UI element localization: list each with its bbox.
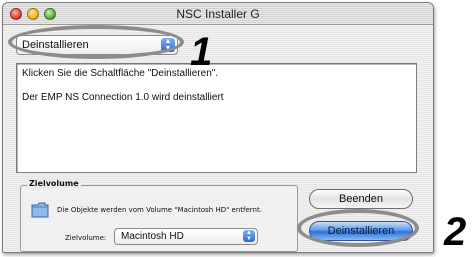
volume-popup[interactable]: Macintosh HD ▲ ▼ <box>114 228 258 245</box>
highlight-ring-popup <box>8 25 184 59</box>
volume-popup-value: Macintosh HD <box>121 231 184 242</box>
volume-message: Die Objekte werden vom Volume "Macintosh… <box>57 206 262 214</box>
volume-field-label: Zielvolume: <box>65 234 107 242</box>
target-volume-group: Zielvolume Die Objekte werden vom Volume… <box>20 179 298 252</box>
quit-button[interactable]: Beenden <box>309 189 413 209</box>
title-bar: NSC Installer G <box>3 3 433 25</box>
step-number-1: 1 <box>190 30 213 74</box>
info-line-2: Der EMP NS Connection 1.0 wird deinstall… <box>22 92 224 103</box>
step-number-2: 2 <box>444 210 467 254</box>
info-text-area[interactable]: Klicken Sie die Schaltfläche "Deinstalli… <box>16 63 417 173</box>
window-title: NSC Installer G <box>176 7 260 21</box>
popup-arrows-icon: ▲ ▼ <box>243 230 255 242</box>
info-line-1: Klicken Sie die Schaltfläche "Deinstalli… <box>22 68 219 79</box>
highlight-ring-uninstall <box>297 209 419 247</box>
folder-icon <box>31 202 49 218</box>
target-volume-group-label: Zielvolume <box>27 179 81 188</box>
